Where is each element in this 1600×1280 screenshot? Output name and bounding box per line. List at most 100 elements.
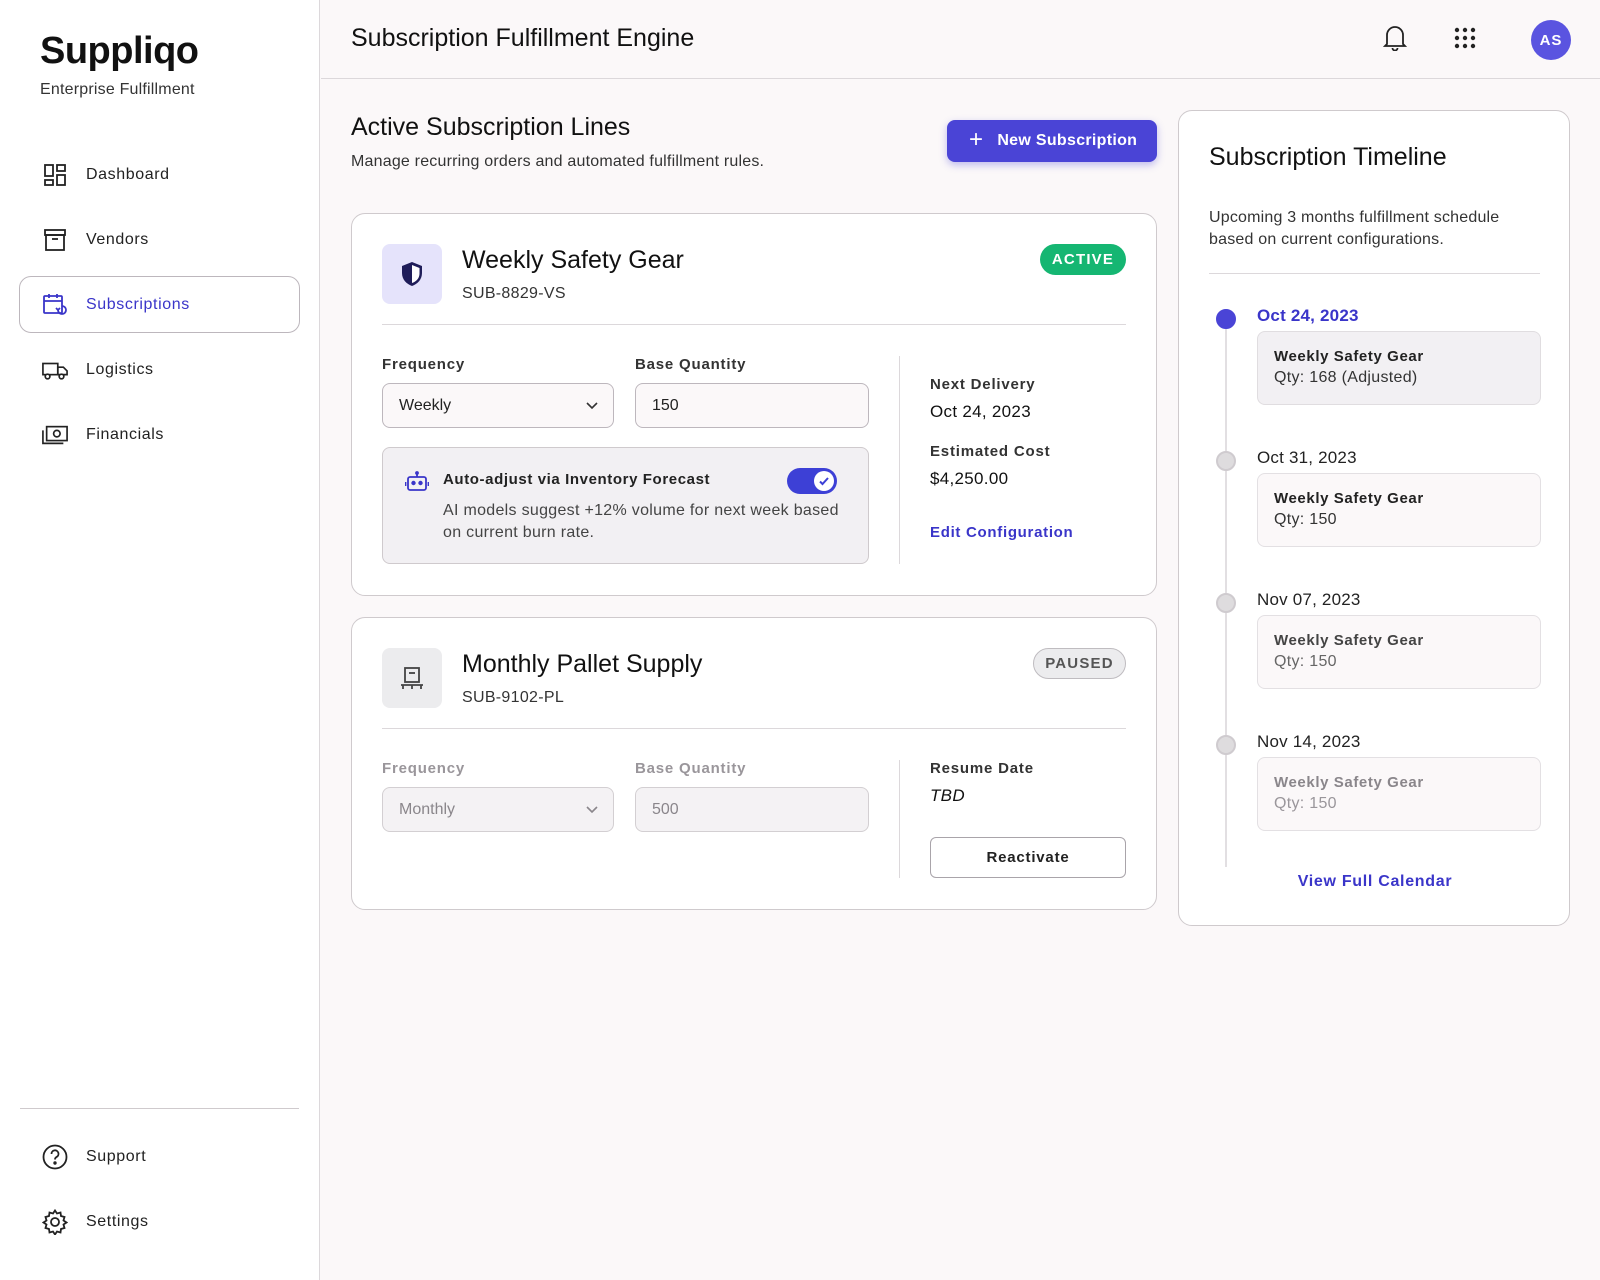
help-icon [42,1144,68,1170]
card-vertical-divider [899,760,900,878]
new-subscription-label: New Subscription [997,132,1138,149]
card-title: Weekly Safety Gear [462,246,684,274]
card-id: SUB-8829-VS [462,285,566,302]
auto-adjust-panel: Auto-adjust via Inventory Forecast AI mo… [382,447,869,564]
sidebar-divider [20,1108,299,1109]
sidebar-nav: Dashboard Vendors Subscriptions Logistic… [19,146,300,471]
next-delivery-value: Oct 24, 2023 [930,402,1031,421]
status-badge: ACTIVE [1040,244,1126,275]
quantity-label: Base Quantity [635,356,747,373]
timeline-dot [1216,309,1236,329]
timeline-event-name: Weekly Safety Gear [1274,774,1424,791]
subscription-card-weekly-safety-gear: Weekly Safety Gear SUB-8829-VS ACTIVE Fr… [351,213,1157,596]
timeline-event-name: Weekly Safety Gear [1274,348,1424,365]
timeline-date: Oct 31, 2023 [1257,448,1357,467]
resume-date-value: TBD [930,786,965,805]
card-vertical-divider [899,356,900,564]
frequency-select[interactable]: Monthly [382,787,614,832]
gear-icon [42,1208,68,1235]
robot-icon [404,471,430,498]
sidebar-item-label: Subscriptions [86,295,190,313]
shield-icon [382,244,442,304]
reactivate-button[interactable]: Reactivate [930,837,1126,878]
brand: Suppliqo Enterprise Fulfillment [40,30,199,99]
timeline-event-qty: Qty: 150 [1274,795,1337,812]
sidebar-item-label: Dashboard [86,165,170,183]
sidebar-item-dashboard[interactable]: Dashboard [19,146,300,203]
quantity-input[interactable]: 500 [635,787,869,832]
timeline-event-qty: Qty: 150 [1274,511,1337,528]
timeline-date: Nov 07, 2023 [1257,590,1361,609]
timeline-event-card[interactable]: Weekly Safety Gear Qty: 150 [1257,615,1541,689]
timeline-dot [1216,593,1236,613]
dashboard-icon [42,162,68,188]
edit-configuration-link[interactable]: Edit Configuration [930,524,1073,541]
timeline-event-card[interactable]: Weekly Safety Gear Qty: 168 (Adjusted) [1257,331,1541,405]
timeline-event-name: Weekly Safety Gear [1274,490,1424,507]
timeline-event-qty: Qty: 150 [1274,653,1337,670]
sidebar-item-label: Vendors [86,230,149,248]
timeline-dot [1216,735,1236,755]
timeline-event-qty: Qty: 168 (Adjusted) [1274,369,1418,386]
sidebar-item-label: Logistics [86,360,154,378]
sidebar-item-vendors[interactable]: Vendors [19,211,300,268]
auto-adjust-description: AI models suggest +12% volume for next w… [443,502,839,541]
chevron-down-icon [585,802,599,821]
card-title: Monthly Pallet Supply [462,650,703,678]
frequency-select[interactable]: Weekly [382,383,614,428]
brand-name: Suppliqo [40,30,199,72]
card-divider [382,728,1126,729]
sidebar-item-logistics[interactable]: Logistics [19,341,300,398]
plus-icon: + [969,125,984,153]
next-delivery-label: Next Delivery [930,376,1036,393]
subscription-timeline-panel: Subscription Timeline Upcoming 3 months … [1178,110,1570,926]
sidebar-item-subscriptions[interactable]: Subscriptions [19,276,300,333]
avatar[interactable]: AS [1531,20,1571,60]
sidebar-item-label: Settings [86,1212,149,1230]
sidebar-item-financials[interactable]: Financials [19,406,300,463]
sidebar: Suppliqo Enterprise Fulfillment Dashboar… [0,0,320,1280]
timeline-subtitle: Upcoming 3 months fulfillment schedule b… [1209,209,1500,248]
sidebar-bottom-nav: Support Settings [19,1128,300,1258]
chevron-down-icon [585,398,599,417]
timeline-event-card[interactable]: Weekly Safety Gear Qty: 150 [1257,473,1541,547]
timeline-event-name: Weekly Safety Gear [1274,632,1424,649]
check-icon [814,471,834,491]
sidebar-item-settings[interactable]: Settings [19,1193,300,1250]
card-divider [382,324,1126,325]
frequency-label: Frequency [382,356,466,373]
page-title: Subscription Fulfillment Engine [351,24,695,52]
sidebar-item-label: Financials [86,425,165,443]
status-badge: PAUSED [1033,648,1126,679]
quantity-label: Base Quantity [635,760,747,777]
resume-date-label: Resume Date [930,760,1034,777]
timeline-date: Oct 24, 2023 [1257,306,1359,325]
sidebar-item-support[interactable]: Support [19,1128,300,1185]
timeline-divider [1209,273,1540,274]
estimated-cost-label: Estimated Cost [930,443,1051,460]
truck-icon [42,357,68,383]
pallet-icon [382,648,442,708]
frequency-label: Frequency [382,760,466,777]
timeline-title: Subscription Timeline [1209,143,1447,171]
bell-icon[interactable] [1379,22,1411,54]
auto-adjust-title: Auto-adjust via Inventory Forecast [443,471,711,488]
section-title: Active Subscription Lines [351,113,631,141]
brand-subtitle: Enterprise Fulfillment [40,81,195,98]
subscription-card-monthly-pallet-supply: Monthly Pallet Supply SUB-9102-PL PAUSED… [351,617,1157,910]
calendar-repeat-icon [42,292,68,318]
frequency-value: Weekly [399,396,452,414]
estimated-cost-value: $4,250.00 [930,469,1009,488]
sidebar-item-label: Support [86,1147,147,1165]
quantity-input[interactable]: 150 [635,383,869,428]
card-id: SUB-9102-PL [462,689,565,706]
frequency-value: Monthly [399,800,456,818]
timeline-event-card[interactable]: Weekly Safety Gear Qty: 150 [1257,757,1541,831]
timeline-dot [1216,451,1236,471]
view-full-calendar-link[interactable]: View Full Calendar [1179,873,1571,891]
auto-adjust-toggle[interactable] [787,468,837,494]
apps-grid-icon[interactable] [1449,22,1481,54]
new-subscription-button[interactable]: + New Subscription [947,120,1157,162]
money-icon [42,422,68,448]
top-header: Subscription Fulfillment Engine AS [321,0,1600,79]
